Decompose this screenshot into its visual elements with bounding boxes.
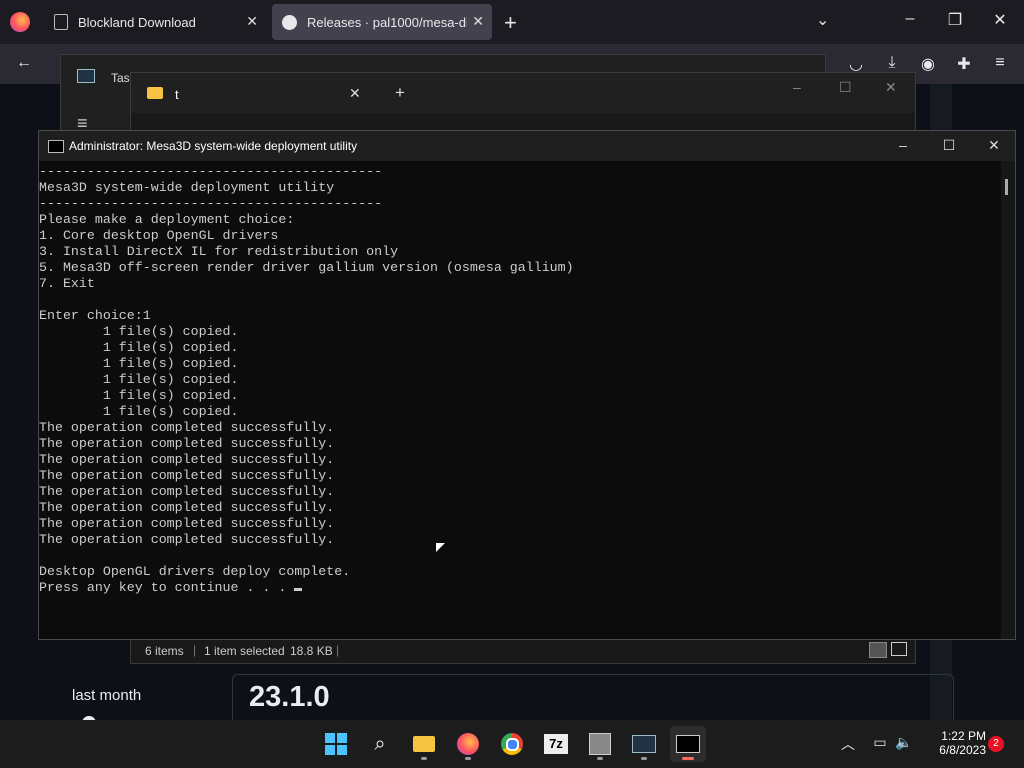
tab-label: Blockland Download xyxy=(78,14,196,30)
task-manager-icon xyxy=(77,69,95,83)
clock-time: 1:22 PM xyxy=(941,729,986,743)
downloads-icon[interactable]: ⤓ xyxy=(882,54,902,72)
close-tab-icon[interactable]: ✕ xyxy=(472,13,484,30)
mouse-pointer-icon xyxy=(436,543,445,552)
network-icon[interactable]: ▭ xyxy=(870,734,890,751)
search-icon[interactable]: ⌕ xyxy=(362,726,398,762)
selection-count: 1 item selected xyxy=(204,644,285,658)
notification-badge[interactable]: 2 xyxy=(988,736,1004,752)
explorer-title-bar: t ✕ + – ☐ ✕ xyxy=(131,73,915,113)
extensions-icon[interactable]: ✚ xyxy=(954,54,974,74)
tab-blockland-download[interactable]: Blockland Download ✕ xyxy=(44,4,266,40)
terminal-icon[interactable] xyxy=(670,726,706,762)
scrollbar-thumb[interactable] xyxy=(1005,179,1008,195)
back-icon[interactable]: ← xyxy=(14,54,34,72)
tiles-view-icon[interactable] xyxy=(891,642,907,656)
separator: | xyxy=(336,643,340,657)
console-scrollbar[interactable] xyxy=(1001,161,1015,639)
task-manager-icon[interactable] xyxy=(626,726,662,762)
details-view-icon[interactable] xyxy=(869,642,887,658)
pocket-icon[interactable]: ◡ xyxy=(846,54,866,74)
browser-tab-bar: Blockland Download ✕ Releases · pal1000/… xyxy=(0,0,1024,44)
close-window-icon[interactable]: ✕ xyxy=(982,137,1006,154)
start-icon[interactable] xyxy=(318,726,354,762)
explorer-status-bar: 6 items | 1 item selected 18.8 KB | xyxy=(131,639,915,663)
firefox-icon[interactable] xyxy=(450,726,486,762)
clock-date: 6/8/2023 xyxy=(939,743,986,757)
minimize-icon[interactable]: – xyxy=(891,137,915,153)
close-window-icon[interactable]: ✕ xyxy=(990,10,1010,30)
release-version[interactable]: 23.1.0 xyxy=(249,681,330,714)
file-explorer-icon[interactable] xyxy=(406,726,442,762)
close-tab-icon[interactable]: ✕ xyxy=(246,13,258,30)
console-title: Administrator: Mesa3D system-wide deploy… xyxy=(69,139,358,153)
separator: | xyxy=(193,643,197,657)
console-window[interactable]: Administrator: Mesa3D system-wide deploy… xyxy=(38,130,1016,640)
clock[interactable]: 1:22 PM 6/8/2023 xyxy=(918,729,986,757)
page-icon xyxy=(54,14,68,30)
taskbar: ⌕ 7z ︿ ▭ 🔈 1:22 PM 6/8/2023 2 xyxy=(0,720,1024,768)
github-icon xyxy=(282,14,297,30)
new-tab-icon[interactable]: + xyxy=(395,83,405,103)
installer-icon[interactable] xyxy=(582,726,618,762)
maximize-icon[interactable]: ☐ xyxy=(937,137,961,154)
last-month-label: last month xyxy=(72,687,142,704)
minimize-icon[interactable]: – xyxy=(793,79,801,95)
volume-icon[interactable]: 🔈 xyxy=(894,734,914,751)
account-icon[interactable]: ◉ xyxy=(918,54,938,74)
list-tabs-icon[interactable]: ⌄ xyxy=(816,10,829,30)
menu-icon[interactable]: ≡ xyxy=(990,54,1010,72)
tab-label: Releases · pal1000/mesa-dist-w xyxy=(307,14,467,30)
chrome-icon[interactable] xyxy=(494,726,530,762)
minimize-icon[interactable]: – xyxy=(900,10,920,28)
close-window-icon[interactable]: ✕ xyxy=(885,79,897,96)
close-tab-icon[interactable]: ✕ xyxy=(349,85,361,102)
firefox-menu-icon[interactable] xyxy=(10,12,30,32)
chevron-up-icon[interactable]: ︿ xyxy=(838,734,858,754)
release-card xyxy=(232,674,954,725)
maximize-icon[interactable]: ☐ xyxy=(839,79,852,96)
console-output[interactable]: ----------------------------------------… xyxy=(39,164,999,634)
new-tab-button[interactable]: + xyxy=(504,10,517,36)
item-count: 6 items xyxy=(145,644,184,658)
console-title-bar: Administrator: Mesa3D system-wide deploy… xyxy=(39,131,1015,161)
text-cursor xyxy=(294,588,303,591)
tab-releases[interactable]: Releases · pal1000/mesa-dist-w ✕ xyxy=(272,4,492,40)
7zip-label: 7z xyxy=(544,734,568,754)
7zip-icon[interactable]: 7z xyxy=(538,726,574,762)
restore-icon[interactable]: ❐ xyxy=(945,10,965,30)
explorer-tab-label[interactable]: t xyxy=(175,87,179,102)
folder-icon xyxy=(147,87,163,99)
cmd-icon xyxy=(48,140,64,153)
selection-size: 18.8 KB xyxy=(290,644,333,658)
